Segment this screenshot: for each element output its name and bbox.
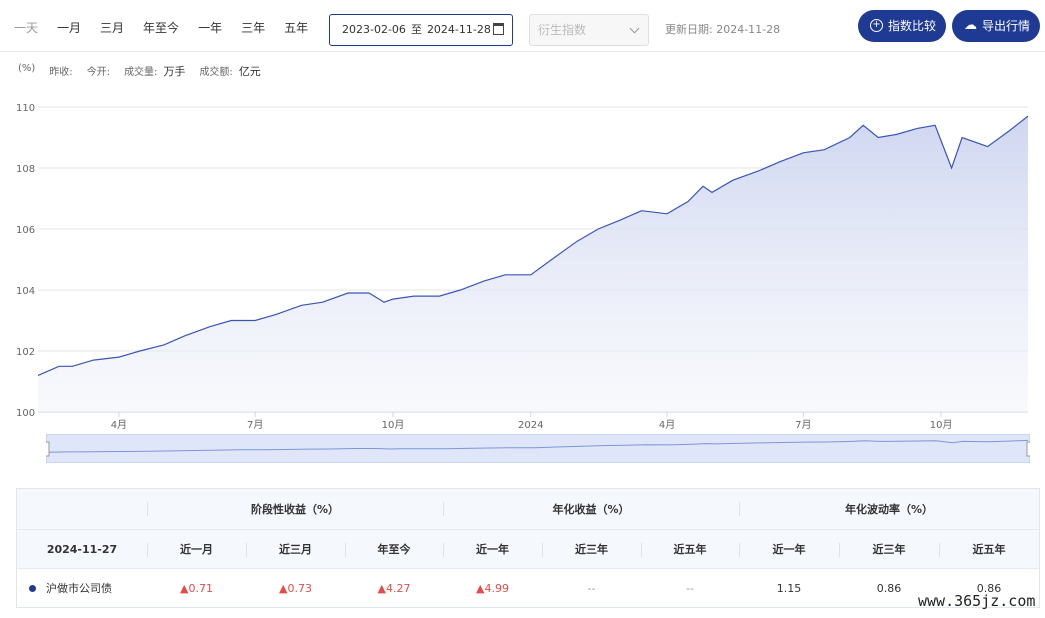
navigator-selection[interactable] <box>46 434 1030 463</box>
derived-index-placeholder: 衍生指数 <box>538 23 587 37</box>
volume-label: 成交量: <box>124 67 158 78</box>
range-navigator[interactable] <box>46 434 1030 463</box>
amount-unit: 亿元 <box>238 65 261 78</box>
update-label: 更新日期: <box>665 23 713 36</box>
value-cell: ▲0.73 <box>279 581 312 595</box>
sub-header: 年至今 <box>377 543 411 556</box>
range-tab-5y[interactable]: 五年 <box>284 20 308 36</box>
range-tab-3m[interactable]: 三月 <box>100 20 124 36</box>
date-range-picker[interactable]: 2023-02-06 至 2024-11-28 <box>329 14 513 46</box>
date-separator: 至 <box>410 23 422 36</box>
toolbar: 一天 一月 三月 年至今 一年 三年 五年 2023-02-06 至 2024-11… <box>0 0 1045 52</box>
watermark: www.365jz.com <box>918 592 1036 610</box>
date-start: 2023-02-06 <box>342 23 406 36</box>
export-data-button[interactable]: ☁ 导出行情 <box>952 10 1040 42</box>
index-name-cell: 沪做市公司债 <box>17 569 147 607</box>
divider <box>739 502 740 516</box>
value-cell: 1.15 <box>776 581 802 595</box>
value-cell: ▲0.71 <box>180 581 213 595</box>
y-tick-label: 102 <box>16 347 35 358</box>
x-tick-label: 7月 <box>795 419 811 431</box>
sub-header: 近五年 <box>972 543 1006 556</box>
range-tab-3y[interactable]: 三年 <box>241 20 265 36</box>
series-dot-icon <box>29 584 36 592</box>
unit-label: (%) <box>18 63 36 74</box>
x-tick-label: 10月 <box>382 419 405 431</box>
table-sub-header-row: 2024-11-27 近一月 近三月 年至今 近一年 近三年 近五年 近一年 近… <box>17 529 1039 569</box>
update-date: 更新日期: 2024-11-28 <box>665 21 780 37</box>
divider <box>542 543 543 557</box>
divider <box>147 502 148 516</box>
x-tick-label: 7月 <box>247 419 263 431</box>
range-tab-1y[interactable]: 一年 <box>198 20 222 36</box>
y-tick-label: 100 <box>16 408 35 419</box>
table-group-header-row: 阶段性收益（%） 年化收益（%） 年化波动率（%） <box>17 489 1039 529</box>
derived-index-select[interactable]: 衍生指数 <box>529 14 649 46</box>
range-tabs: 一天 一月 三月 年至今 一年 三年 五年 <box>14 20 327 36</box>
sub-header: 近五年 <box>673 543 707 556</box>
series-area <box>38 116 1028 412</box>
divider <box>939 543 940 557</box>
volume-unit: 万手 <box>163 65 186 78</box>
plus-circle-icon: + <box>870 19 883 32</box>
compare-index-button[interactable]: + 指数比较 <box>858 10 946 42</box>
value-cell: -- <box>686 581 694 595</box>
range-tab-1m[interactable]: 一月 <box>57 20 81 36</box>
sub-header: 近三月 <box>279 543 312 556</box>
date-end: 2024-11-28 <box>426 23 491 36</box>
group-header-annual-return: 年化收益（%） <box>552 503 630 516</box>
quote-info-row: (%) 昨收: 今开: 成交量: 万手 成交额: 亿元 <box>18 63 275 79</box>
table-row[interactable]: 沪做市公司债 ▲0.71 ▲0.73 ▲4.27 ▲4.99 -- -- 1.1… <box>17 569 1039 607</box>
value-cell: -- <box>587 581 596 595</box>
divider <box>641 543 642 557</box>
sub-header: 近一年 <box>476 543 509 556</box>
x-tick-label: 2024 <box>518 420 543 431</box>
group-header-annual-volatility: 年化波动率（%） <box>844 503 934 516</box>
divider <box>345 543 346 557</box>
x-tick-label: 4月 <box>659 419 675 431</box>
calendar-icon[interactable] <box>493 23 504 35</box>
divider <box>443 502 444 516</box>
y-tick-label: 106 <box>16 225 35 236</box>
performance-table: 阶段性收益（%） 年化收益（%） 年化波动率（%） 2024-11-27 近一月… <box>16 488 1040 608</box>
y-tick-label: 110 <box>16 103 35 114</box>
chevron-down-icon <box>629 23 640 34</box>
table-date: 2024-11-27 <box>46 542 118 556</box>
export-button-label: 导出行情 <box>982 19 1031 33</box>
navigator-left-handle[interactable] <box>46 441 50 457</box>
sub-header: 近一月 <box>180 543 213 556</box>
compare-button-label: 指数比较 <box>888 19 937 33</box>
sub-header: 近三年 <box>575 543 608 556</box>
value-cell: ▲4.27 <box>377 581 411 595</box>
y-tick-label: 108 <box>16 164 35 175</box>
sub-header: 近三年 <box>872 543 906 556</box>
divider <box>839 543 840 557</box>
sub-header: 近一年 <box>772 543 806 556</box>
y-tick-label: 104 <box>16 286 35 297</box>
prev-close-label: 昨收: <box>49 67 73 78</box>
amount-label: 成交额: <box>199 67 233 78</box>
open-label: 今开: <box>86 67 111 78</box>
divider <box>246 543 247 557</box>
divider <box>739 543 740 557</box>
range-tab-ytd[interactable]: 年至今 <box>143 20 179 36</box>
value-cell: ▲4.99 <box>476 581 509 595</box>
x-tick-label: 10月 <box>930 419 953 431</box>
divider <box>443 543 444 557</box>
divider <box>147 543 148 557</box>
cloud-upload-icon: ☁ <box>964 18 977 33</box>
index-name: 沪做市公司债 <box>46 582 112 595</box>
group-header-period-return: 阶段性收益（%） <box>250 503 340 516</box>
range-tab-1d[interactable]: 一天 <box>14 20 38 36</box>
x-tick-label: 4月 <box>111 419 127 431</box>
update-date-value: 2024-11-28 <box>716 23 781 36</box>
index-chart[interactable]: 100 102 104 106 108 110 4月 7月 10月 2024 4月 7月 10月 <box>0 90 1045 435</box>
navigator-right-handle[interactable] <box>1026 441 1030 457</box>
